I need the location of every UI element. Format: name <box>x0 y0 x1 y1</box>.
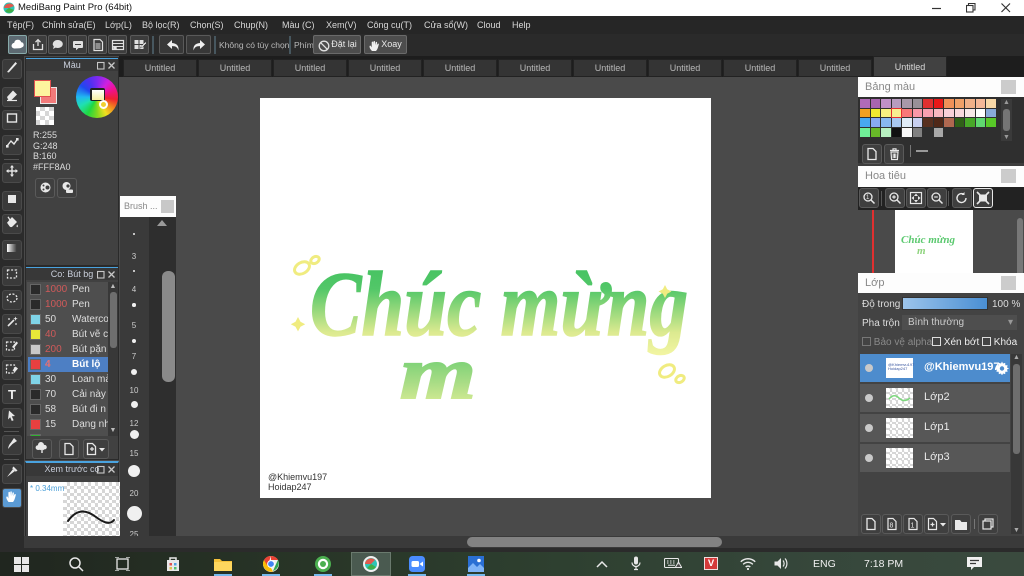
svg-text:Chúc mừng: Chúc mừng <box>310 253 688 355</box>
svg-text:Hoidap247: Hoidap247 <box>268 482 312 492</box>
svg-text:@Khiemvu197: @Khiemvu197 <box>268 472 327 482</box>
svg-text:m: m <box>400 333 476 415</box>
svg-text:8: 8 <box>890 523 894 530</box>
svg-text:1: 1 <box>911 523 915 530</box>
